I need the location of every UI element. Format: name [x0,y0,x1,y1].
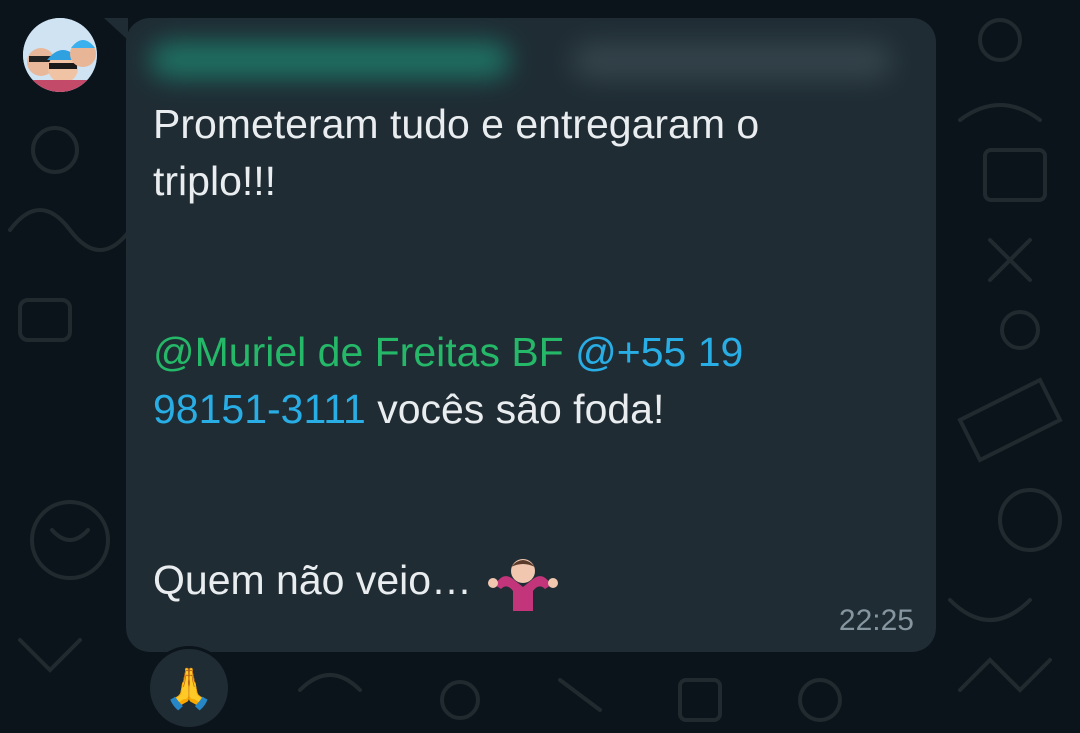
mention-contact-name[interactable]: @Muriel de Freitas BF [153,329,564,375]
bubble-tail [104,18,128,40]
sender-avatar[interactable] [23,18,97,92]
reaction-badge[interactable]: 🙏 [147,646,231,730]
message-text: Prometeram tudo e entregaram o triplo!!!… [153,96,893,612]
last-line-text: Quem não veio… [153,557,473,603]
folded-hands-icon: 🙏 [164,666,214,711]
message-last-line: Quem não veio… [153,552,893,612]
avatar-image [23,18,97,92]
mention-phone-start[interactable]: @+55 19 [575,329,743,375]
message-line-1: Prometeram tudo e entregaram o [153,101,760,147]
sender-phone-blurred [572,44,892,78]
message-timestamp: 22:25 [838,604,914,637]
mention-suffix-text: vocês são foda! [365,386,665,432]
chat-background: Prometeram tudo e entregaram o triplo!!!… [0,0,1080,733]
sender-name-blurred [150,42,510,78]
mention-line-1: @Muriel de Freitas BF @+55 19 [153,324,893,381]
mention-line-2: 98151-3111 vocês são foda! [153,381,893,438]
shrug-icon [488,559,559,612]
mention-phone-end[interactable]: 98151-3111 [153,386,366,432]
message-line-2: triplo!!! [153,158,277,204]
